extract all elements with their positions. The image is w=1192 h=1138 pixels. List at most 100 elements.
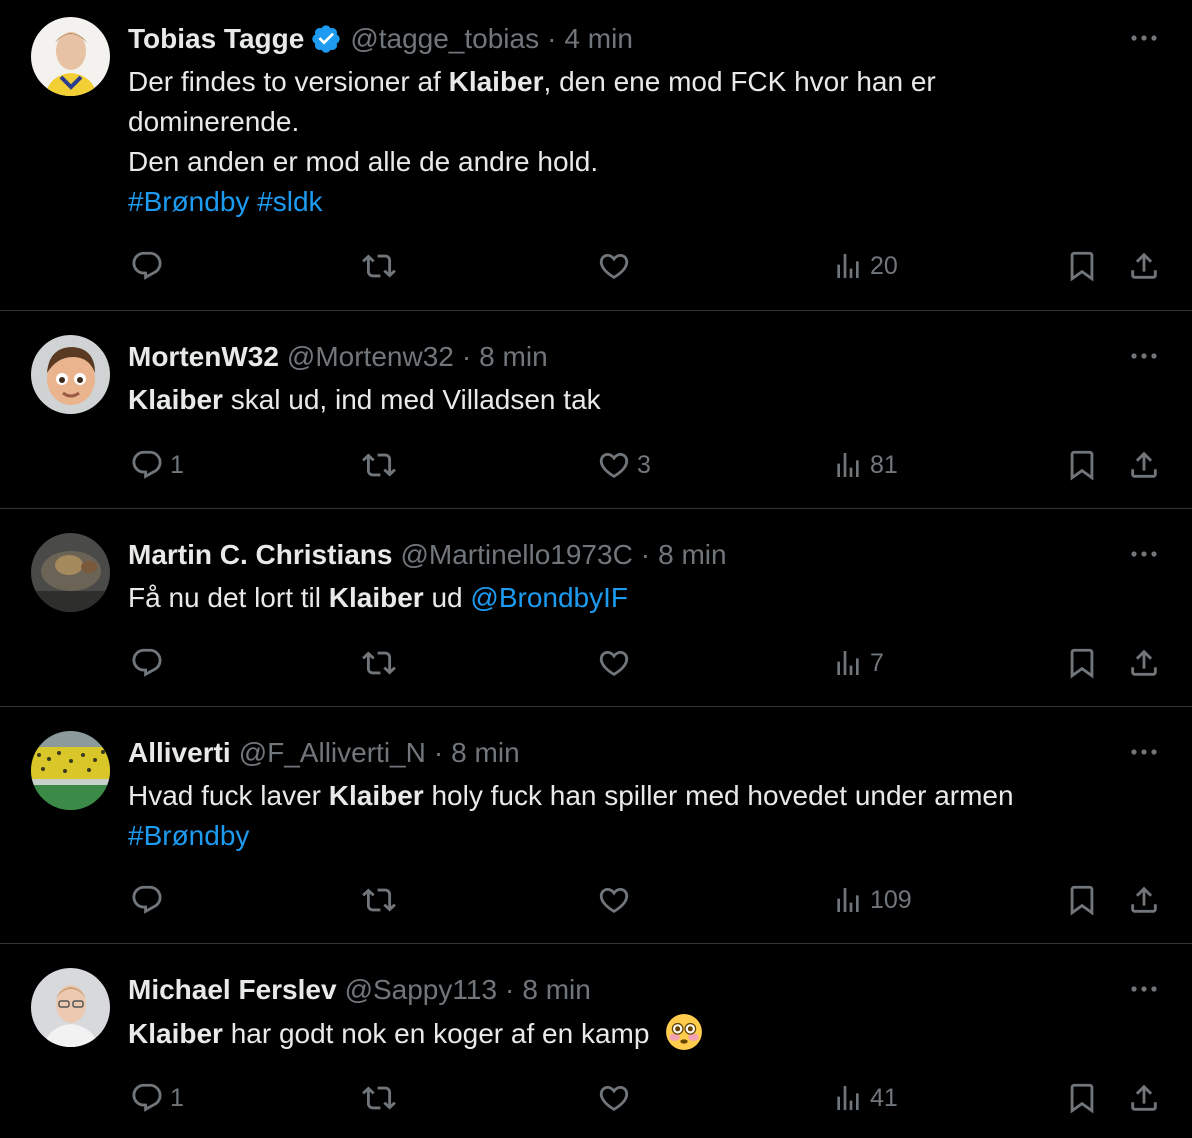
reply-button[interactable] [130,880,170,920]
bookmark-button[interactable] [1065,246,1099,286]
bookmark-button[interactable] [1065,643,1099,683]
user-handle[interactable]: @Mortenw32 [287,341,454,373]
share-icon [1127,448,1161,482]
views-button[interactable]: 7 [832,643,884,683]
heart-icon [597,883,631,917]
like-button[interactable] [597,880,637,920]
share-button[interactable] [1127,1078,1161,1118]
more-options-button[interactable] [1126,544,1162,564]
user-handle[interactable]: @tagge_tobias [350,23,539,55]
bookmark-button[interactable] [1065,445,1099,485]
action-bar: 1 3 81 [0,445,1192,485]
tweet-text: Der findes to versioner af Klaiber, den … [128,62,1138,222]
avatar-image-icon [31,17,110,96]
like-button[interactable]: 3 [597,445,651,485]
tweet[interactable]: Martin C. Christians @Martinello1973C · … [0,509,1192,707]
repost-button[interactable] [362,246,402,286]
display-name[interactable]: Michael Ferslev [128,974,337,1006]
verified-badge-icon[interactable] [310,23,342,55]
views-button[interactable]: 81 [832,445,898,485]
display-name[interactable]: Tobias Tagge [128,23,304,55]
hashtag-link[interactable]: #Brøndby [128,820,249,851]
bookmark-button[interactable] [1065,1078,1099,1118]
timestamp[interactable]: 8 min [522,974,590,1006]
text-segment: Hvad fuck laver [128,780,329,811]
reply-button[interactable] [130,246,170,286]
text-segment: ud [423,582,471,613]
repost-button[interactable] [362,880,402,920]
tweet-header: Alliverti @F_Alliverti_N · 8 min [128,735,520,771]
text-segment: har godt nok en koger af en kamp [222,1018,650,1049]
like-button[interactable] [597,246,637,286]
separator: · [640,539,651,570]
avatar[interactable] [31,335,110,414]
highlighted-keyword: Klaiber [448,66,544,97]
user-handle[interactable]: @Martinello1973C [400,539,632,571]
more-options-button[interactable] [1126,979,1162,999]
tweet[interactable]: Alliverti @F_Alliverti_N · 8 min Hvad fu… [0,707,1192,944]
separator: · [461,341,472,372]
views-button[interactable]: 41 [832,1078,898,1118]
repost-button[interactable] [362,1078,402,1118]
reply-count: 1 [170,450,184,479]
user-handle[interactable]: @F_Alliverti_N [239,737,426,769]
reply-icon [130,883,164,917]
more-icon [1126,979,1162,999]
avatar[interactable] [31,17,110,96]
separator: · [547,23,557,54]
more-options-button[interactable] [1126,346,1162,366]
repost-button[interactable] [362,643,402,683]
tweet-text: Klaiber har godt nok en koger af en kamp [128,1013,1138,1054]
hashtag-link[interactable]: #Brøndby [128,186,249,217]
reply-button[interactable]: 1 [130,1078,184,1118]
display-name[interactable]: Martin C. Christians [128,539,392,571]
share-button[interactable] [1127,445,1161,485]
user-handle[interactable]: @Sappy113 [345,974,497,1006]
views-button[interactable]: 20 [832,246,898,286]
views-button[interactable]: 109 [832,880,912,920]
display-name[interactable]: MortenW32 [128,341,279,373]
reply-icon [130,249,164,283]
share-button[interactable] [1127,246,1161,286]
bookmark-icon [1065,448,1099,482]
avatar[interactable] [31,533,110,612]
text-segment: Der findes to versioner af [128,66,449,97]
tweet[interactable]: MortenW32 @Mortenw32 · 8 min Klaiber ska… [0,311,1192,509]
timestamp[interactable]: 8 min [658,539,726,571]
reply-button[interactable] [130,643,170,683]
highlighted-keyword: Klaiber [128,384,223,415]
timestamp[interactable]: 8 min [451,737,519,769]
timestamp[interactable]: 4 min [564,23,632,55]
repost-button[interactable] [362,445,402,485]
tweet-header: Martin C. Christians @Martinello1973C · … [128,537,727,573]
repost-icon [362,883,396,917]
analytics-icon [832,1082,864,1114]
more-icon [1126,742,1162,762]
display-name[interactable]: Alliverti [128,737,231,769]
avatar[interactable] [31,731,110,810]
highlighted-keyword: Klaiber [328,780,424,811]
like-button[interactable] [597,643,637,683]
heart-icon [597,448,631,482]
action-bar: 20 [0,246,1192,286]
like-button[interactable] [597,1078,637,1118]
mention-link[interactable]: @BrondbyIF [470,582,628,613]
tweet[interactable]: Michael Ferslev @Sappy113 · 8 min Klaibe… [0,944,1192,1138]
highlighted-keyword: Klaiber [328,582,424,613]
tweet-header: MortenW32 @Mortenw32 · 8 min [128,339,548,375]
tweet-text: Få nu det lort til Klaiber ud @BrondbyIF [128,578,1138,618]
timestamp[interactable]: 8 min [479,341,547,373]
repost-icon [362,249,396,283]
reply-button[interactable]: 1 [130,445,184,485]
share-button[interactable] [1127,880,1161,920]
bookmark-icon [1065,646,1099,680]
share-button[interactable] [1127,643,1161,683]
more-options-button[interactable] [1126,28,1162,48]
bookmark-button[interactable] [1065,880,1099,920]
tweet[interactable]: Tobias Tagge @tagge_tobias · 4 min Der f… [0,0,1192,311]
repost-icon [362,448,396,482]
more-options-button[interactable] [1126,742,1162,762]
hashtag-link[interactable]: #sldk [257,186,322,217]
action-bar: 7 [0,643,1192,683]
avatar[interactable] [31,968,110,1047]
